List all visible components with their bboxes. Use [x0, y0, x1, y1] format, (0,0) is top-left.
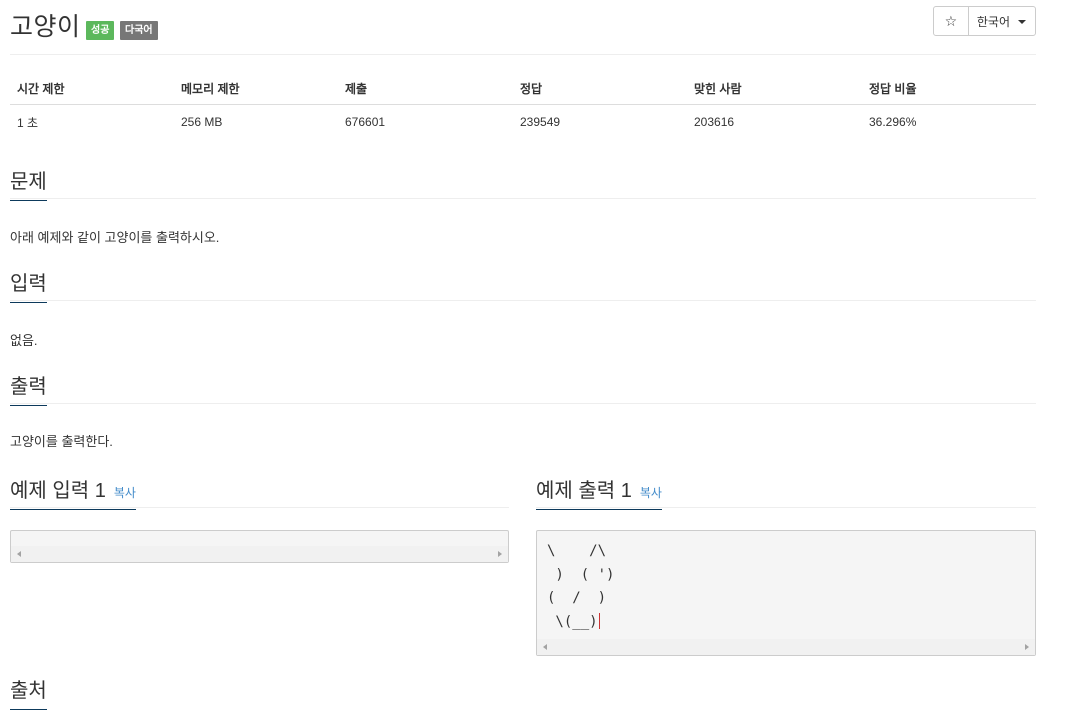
submissions-value: 676601: [345, 115, 386, 129]
source-heading: 출처: [10, 674, 47, 710]
sample-input-title: 예제 입력 1: [10, 480, 106, 502]
status-badge-multilang[interactable]: 다국어: [120, 21, 158, 40]
scroll-right-icon[interactable]: [498, 551, 502, 557]
scroll-left-icon[interactable]: [17, 551, 21, 557]
solved-users-value: 203616: [694, 115, 735, 129]
source-section-header: 출처: [10, 674, 1036, 710]
scroll-left-icon[interactable]: [543, 644, 547, 650]
submissions-header: 제출: [338, 72, 513, 105]
info-header-row: 시간 제한 메모리 제한 제출 정답 맞힌 사람 정답 비율: [10, 72, 1036, 105]
caret-down-icon: [1018, 20, 1026, 24]
time-limit-header: 시간 제한: [10, 72, 174, 105]
problem-section-header: 문제: [10, 165, 1036, 201]
sample-output-content: \ /\ ) ( ') ( / ) \(__): [547, 543, 615, 630]
sample-input-header: 예제 입력 1 복사: [10, 474, 509, 510]
input-section-header: 입력: [10, 267, 1036, 303]
solved-users-header: 맞힌 사람: [687, 72, 862, 105]
header-button-group: ☆ 한국어: [932, 6, 1036, 36]
sample-input-box[interactable]: [10, 530, 509, 563]
problem-info-table: 시간 제한 메모리 제한 제출 정답 맞힌 사람 정답 비율 1 초 256 M…: [10, 72, 1036, 139]
star-icon: ☆: [944, 12, 958, 29]
favorite-button[interactable]: ☆: [934, 7, 969, 35]
problem-description: 아래 예제와 같이 고양이를 출력하시오.: [10, 230, 220, 245]
info-value-row: 1 초 256 MB 676601 239549 203616 36.296%: [10, 105, 1036, 140]
memory-limit-header: 메모리 제한: [174, 72, 338, 105]
copy-sample-input-button[interactable]: 복사: [114, 486, 136, 500]
sample-input-divider: [10, 507, 509, 508]
page-title: 고양이: [10, 13, 81, 41]
sample-input-content: [11, 531, 508, 540]
text-cursor: [598, 612, 600, 629]
sample-output-heading: 예제 출력 1 복사: [536, 474, 662, 510]
input-description: 없음.: [10, 333, 38, 348]
status-badge-success[interactable]: 성공: [86, 21, 115, 40]
time-limit-value: 1 초: [17, 115, 39, 130]
output-section-header: 출력: [10, 370, 1036, 406]
problem-heading: 문제: [10, 165, 47, 201]
input-heading: 입력: [10, 267, 47, 303]
header-divider: [10, 54, 1036, 55]
output-divider: [10, 403, 1036, 404]
sample-output-box[interactable]: \ /\ ) ( ') ( / ) \(__): [536, 530, 1036, 656]
sample-input-scrollbar[interactable]: [11, 546, 508, 562]
sample-output-header: 예제 출력 1 복사: [536, 474, 1036, 510]
accept-ratio-value: 36.296%: [869, 115, 917, 129]
accepted-header: 정답: [513, 72, 687, 105]
title-row: 고양이 성공 다국어 ☆ 한국어: [10, 4, 1036, 44]
language-dropdown[interactable]: 한국어: [969, 7, 1035, 35]
accepted-value: 239549: [520, 115, 561, 129]
accept-ratio-header: 정답 비율: [862, 72, 1036, 105]
sample-output-title: 예제 출력 1: [536, 480, 632, 502]
memory-limit-value: 256 MB: [181, 115, 223, 129]
copy-sample-output-button[interactable]: 복사: [640, 486, 662, 500]
problem-divider: [10, 198, 1036, 199]
input-divider: [10, 300, 1036, 301]
scroll-right-icon[interactable]: [1025, 644, 1029, 650]
language-label: 한국어: [976, 14, 1010, 29]
sample-output-divider: [536, 507, 1036, 508]
output-description: 고양이를 출력한다.: [10, 434, 113, 449]
output-heading: 출력: [10, 370, 47, 406]
sample-output-scrollbar[interactable]: [537, 639, 1035, 655]
sample-input-heading: 예제 입력 1 복사: [10, 474, 136, 510]
